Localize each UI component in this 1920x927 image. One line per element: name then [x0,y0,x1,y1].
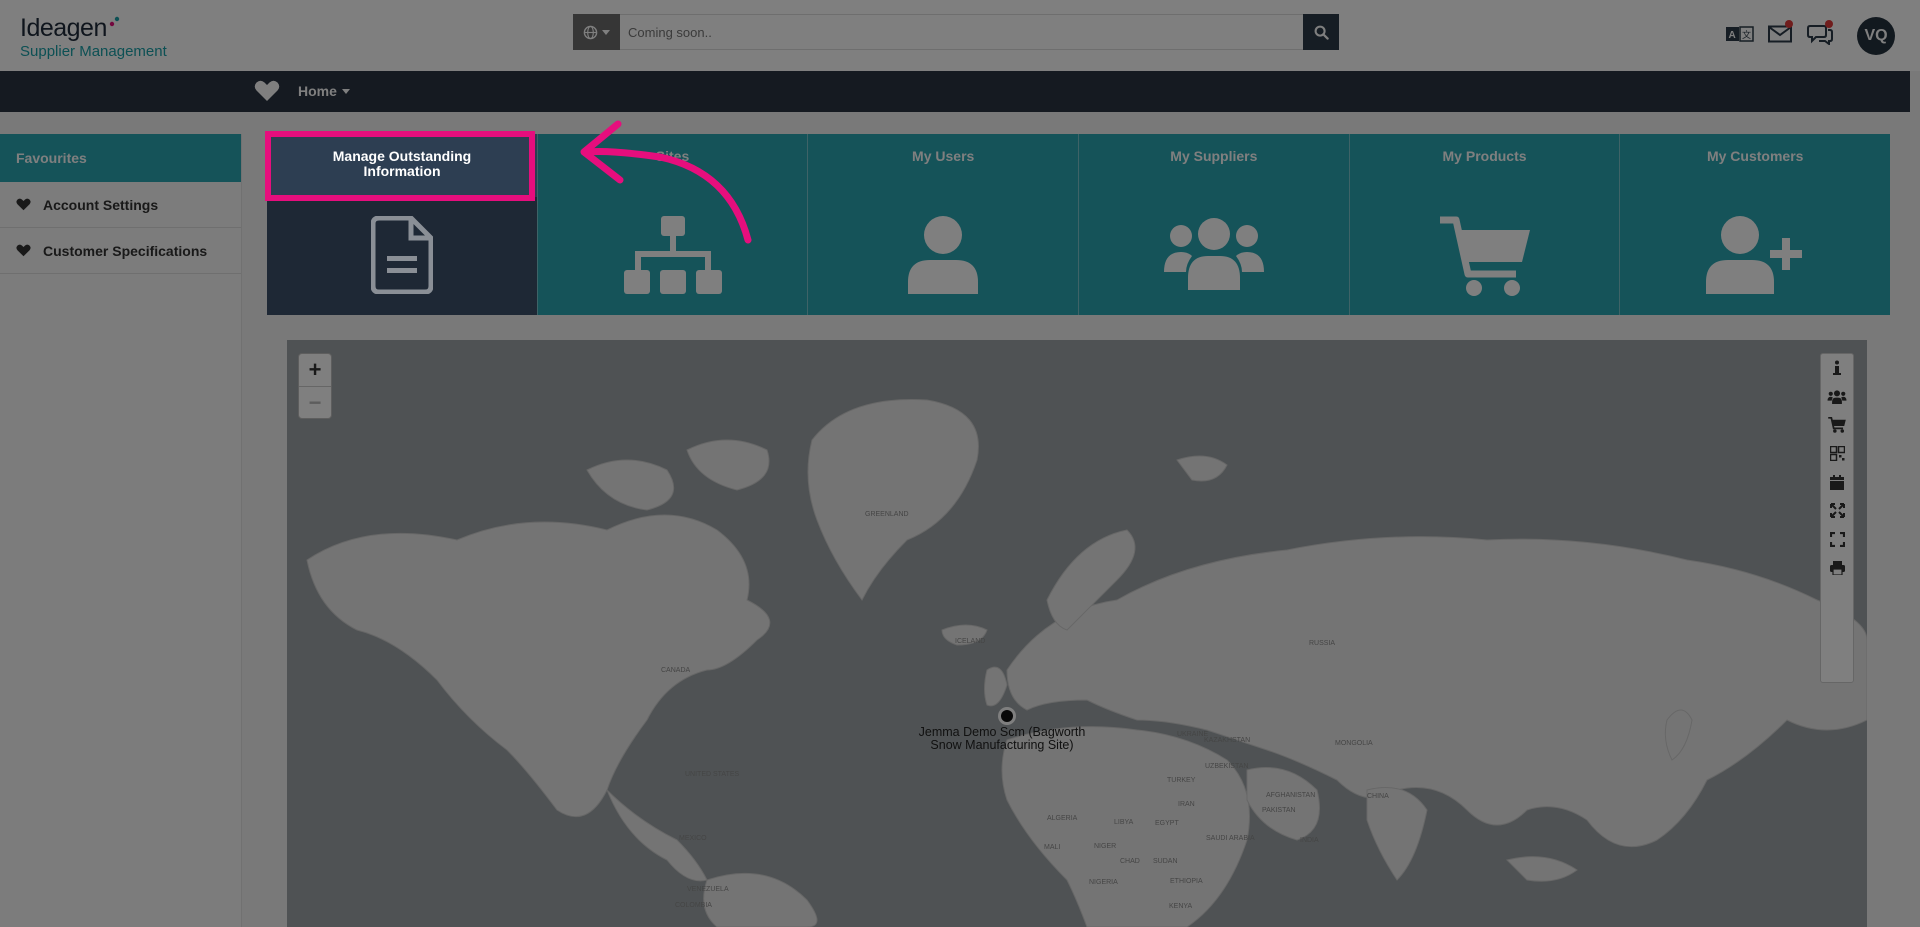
ideagen-logo[interactable]: Ideagen Supplier Management [20,14,167,61]
document-icon [267,216,537,294]
highlight-box [265,131,535,201]
zoom-in-button[interactable]: + [299,354,331,386]
logo-main-text: Ideagen [20,14,107,42]
tile-my-customers[interactable]: My Customers [1620,134,1891,315]
search-button[interactable] [1303,14,1339,50]
cart-icon [1350,216,1620,298]
tile-title: My Customers [1706,148,1804,164]
map-label: ICELAND [955,638,985,645]
notification-dot [1825,20,1833,28]
map-label: CHINA [1367,793,1389,800]
zoom-out-button[interactable]: − [299,386,331,418]
home-label: Home [298,83,337,99]
app-header: Ideagen Supplier Management A文 VQ [0,0,1920,71]
search-input[interactable] [620,14,1303,50]
logo-sub-text: Supplier Management [20,43,167,60]
map-label: UKRAINE [1177,731,1208,738]
world-map-land: GREENLAND ICELAND CANADA UNITED STATES M… [306,399,1867,927]
map-label: MONGOLIA [1335,740,1373,747]
tile-title: My Products [1442,148,1527,164]
map-label: NIGERIA [1089,879,1118,886]
map-label: UZBEKISTAN [1205,763,1248,770]
map-label: AFGHANISTAN [1266,792,1315,799]
header-icons: A文 [1720,14,1840,54]
map-label: KENYA [1169,903,1193,910]
info-icon[interactable] [1821,354,1853,383]
sidebar-item-label: Account Settings [43,196,159,213]
cart-icon[interactable] [1821,411,1853,440]
notification-dot [1785,20,1793,28]
map-label: COLOMBIA [675,902,712,909]
map-label: CHAD [1120,858,1140,865]
sidebar-item-account-settings[interactable]: Account Settings [0,182,241,228]
globe-icon [583,25,598,39]
sidebar-item-label: Customer Specifications [43,242,208,259]
sites-map[interactable]: GREENLAND ICELAND CANADA UNITED STATES M… [287,340,1867,927]
pointer-arrow-icon [580,120,752,244]
users-icon [1079,216,1349,290]
map-label: GREENLAND [865,511,909,518]
messages-button[interactable] [1760,14,1800,54]
map-label: SAUDI ARABIA [1206,835,1255,842]
map-label: CANADA [661,667,691,674]
language-button[interactable]: A文 [1720,14,1760,54]
heart-icon [16,244,31,257]
user-plus-icon [1620,216,1890,294]
map-label: UNITED STATES [685,771,740,778]
map-label: NIGER [1094,843,1116,850]
tile-my-suppliers[interactable]: My Suppliers [1079,134,1350,315]
heart-icon [16,198,31,211]
fullscreen-icon[interactable] [1821,525,1853,554]
tile-my-products[interactable]: My Products [1349,134,1621,315]
map-label: SUDAN [1153,858,1178,865]
chat-button[interactable] [1800,14,1840,54]
map-label: IRAN [1178,801,1195,808]
tile-my-users[interactable]: My Users [808,134,1080,315]
favourites-sidebar: Favourites Account Settings Customer Spe… [0,134,242,927]
map-label: VENEZUELA [687,886,729,893]
map-label: ALGERIA [1047,815,1078,822]
map-toolbar [1820,353,1854,683]
top-navbar: Home [0,71,1910,112]
map-label: KAZAKHSTAN [1204,737,1250,744]
tile-title: My Suppliers [1170,148,1258,164]
sidebar-item-customer-specifications[interactable]: Customer Specifications [0,228,241,274]
map-label: RUSSIA [1309,640,1335,647]
svg-text:文: 文 [1742,29,1751,41]
search-icon [1314,25,1329,40]
users-icon[interactable] [1821,383,1853,412]
map-label: PAKISTAN [1262,807,1296,814]
caret-down-icon [602,29,610,35]
map-label: MALI [1044,844,1060,851]
user-avatar[interactable]: VQ [1857,17,1895,55]
map-label: MEXICO [679,835,707,842]
tile-title: My Users [912,148,975,164]
map-label: TURKEY [1167,777,1196,784]
home-menu[interactable]: Home [298,83,350,99]
map-label: LIBYA [1114,819,1134,826]
global-search [573,14,1339,50]
qrcode-icon[interactable] [1821,440,1853,469]
expand-icon[interactable] [1821,497,1853,526]
user-icon [808,216,1078,294]
calendar-icon[interactable] [1821,468,1853,497]
svg-text:A: A [1729,30,1736,41]
translate-icon: A文 [1726,26,1754,42]
map-label: INDIA [1300,837,1319,844]
map-label: ETHIOPIA [1170,878,1203,885]
caret-down-icon [341,88,350,94]
site-marker-icon [998,707,1016,725]
print-icon[interactable] [1821,554,1853,583]
favourites-title: Favourites [0,134,241,182]
map-zoom-control: + − [298,353,332,419]
heart-icon[interactable] [254,80,280,102]
site-marker-label[interactable]: Jemma Demo Scm (Bagworth Snow Manufactur… [907,726,1097,752]
logo-mark-icon [109,16,120,27]
search-scope-dropdown[interactable] [573,14,620,50]
map-label: EGYPT [1155,820,1179,827]
